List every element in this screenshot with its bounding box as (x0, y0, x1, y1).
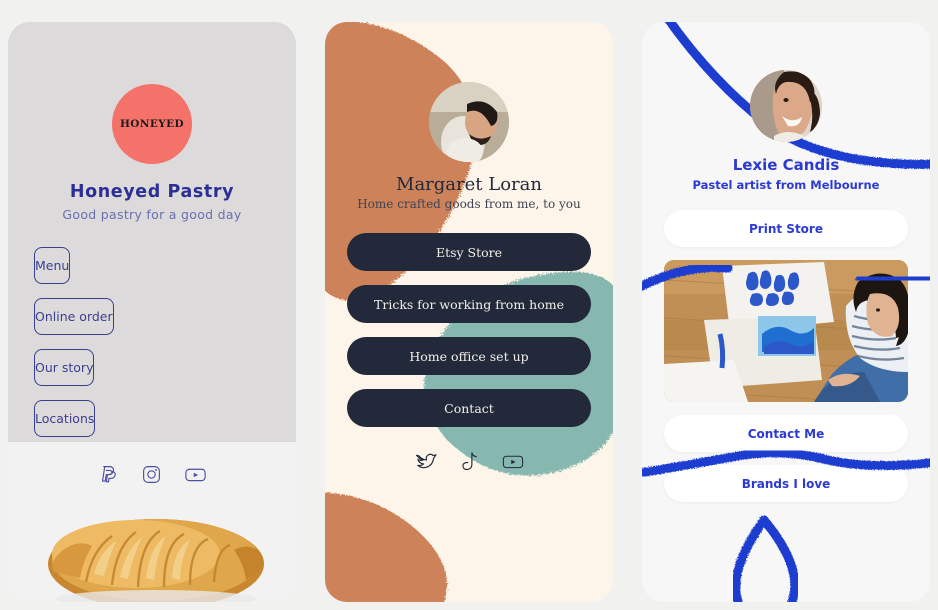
link-button-print-store[interactable]: Print Store (664, 210, 908, 247)
card-1-social-row (98, 464, 207, 485)
card-2-content: Margaret Loran Home crafted goods from m… (325, 22, 613, 477)
link-button-brands-i-love[interactable]: Brands I love (664, 465, 908, 502)
link-button-etsy-store[interactable]: Etsy Store (347, 233, 591, 271)
card-1-title: Honeyed Pastry (69, 182, 235, 202)
card-3-subtitle: Pastel artist from Melbourne (692, 178, 880, 192)
card-2-subtitle: Home crafted goods from me, to you (357, 197, 581, 211)
link-button-contact[interactable]: Contact (347, 389, 591, 427)
artist-at-work-photo (664, 260, 908, 402)
card-1-subtitle: Good pastry for a good day (62, 207, 242, 222)
instagram-icon[interactable] (141, 464, 162, 485)
profile-card-honeyed-pastry: HONEYED Honeyed Pastry Good pastry for a… (8, 22, 296, 602)
brand-logo-text: HONEYED (119, 118, 185, 130)
link-button-menu[interactable]: Menu (34, 247, 71, 284)
link-button-home-office-set-up[interactable]: Home office set up (347, 337, 591, 375)
link-button-online-order[interactable]: Online order (34, 298, 114, 335)
link-button-locations[interactable]: Locations (34, 400, 96, 437)
profile-card-margaret-loran: Margaret Loran Home crafted goods from m… (325, 22, 613, 602)
card-3-title: Lexie Candis (732, 156, 840, 174)
linktree-cards-showcase: HONEYED Honeyed Pastry Good pastry for a… (0, 0, 938, 610)
card-3-content: Lexie Candis Pastel artist from Melbourn… (642, 22, 930, 515)
youtube-icon[interactable] (501, 451, 525, 477)
tiktok-icon[interactable] (460, 451, 479, 477)
link-button-tricks-working-from-home[interactable]: Tricks for working from home (347, 285, 591, 323)
paypal-icon[interactable] (98, 464, 119, 485)
youtube-icon[interactable] (184, 464, 207, 485)
twitter-icon[interactable] (414, 451, 438, 477)
card-2-social-row (414, 451, 525, 477)
card-1-content: HONEYED Honeyed Pastry Good pastry for a… (8, 22, 296, 485)
card-2-title: Margaret Loran (396, 174, 542, 195)
card-1-link-list: Menu Online order Our story Locations (34, 247, 270, 451)
card-2-link-list: Etsy Store Tricks for working from home … (347, 233, 591, 441)
brand-logo-circle: HONEYED (112, 84, 192, 164)
profile-card-lexie-candis: Lexie Candis Pastel artist from Melbourn… (642, 22, 930, 602)
avatar (750, 70, 822, 142)
link-button-our-story[interactable]: Our story (34, 349, 95, 386)
avatar (429, 82, 509, 162)
link-button-contact-me[interactable]: Contact Me (664, 415, 908, 452)
